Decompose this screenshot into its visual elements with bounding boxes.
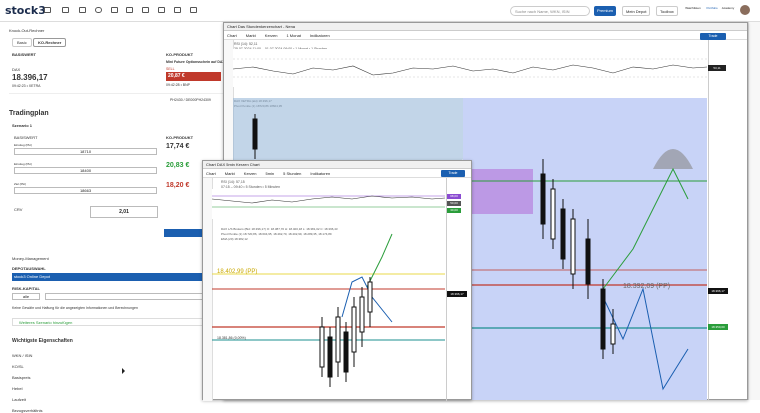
calculator-icon[interactable]	[111, 7, 118, 13]
tool2-indicators[interactable]: Indikatoren	[310, 171, 330, 176]
ko-product-label-2: KO-PRODUKT	[166, 135, 194, 140]
tool-chart[interactable]: Chart	[227, 33, 237, 38]
ko-sell-label: SELL	[166, 67, 175, 71]
settings-icon[interactable]	[190, 7, 197, 13]
tool2-range[interactable]: 5 Stunden	[283, 171, 301, 176]
rsi-panel	[233, 49, 707, 87]
depot-label: DEPOTAUSWAHL	[12, 266, 46, 271]
current-price-badge-2: 18.396,17	[447, 291, 467, 297]
tool2-market[interactable]: Markt	[225, 171, 235, 176]
user-avatar[interactable]	[740, 5, 750, 15]
candles-2	[319, 277, 373, 387]
stop-price-value: 20,83 €	[166, 162, 190, 169]
grid-icon[interactable]	[142, 7, 149, 13]
prop-ratio: Bezugsverhältnis	[12, 408, 43, 413]
search-input[interactable]: Suche nach Name, WKN, ISIN	[510, 6, 590, 16]
target-input[interactable]: 18663	[14, 187, 157, 194]
trade-button-2[interactable]: Trade	[441, 170, 465, 177]
tool2-chart[interactable]: Chart	[206, 171, 216, 176]
ko-wkn: PH2430 / DE000PH24309	[170, 98, 211, 102]
target-price-value: 18,20 €	[166, 182, 190, 189]
disclaimer: Keine Gewähr und Haftung für die angezei…	[12, 306, 138, 310]
money-management-label: Money-Management	[12, 256, 49, 261]
prop-leverage: Hebel	[12, 386, 23, 391]
crv-label: CRV	[14, 207, 23, 212]
rsi-badge-30: 30,00	[447, 208, 461, 213]
tool-range[interactable]: 1 Monat	[286, 33, 300, 38]
prop-ko: KO/SL	[12, 364, 24, 369]
monitor-icon[interactable]	[62, 7, 69, 13]
5min-chart-title: Chart DAX 5min Kerzen Chart	[203, 161, 471, 169]
mouse-cursor-icon	[122, 368, 125, 374]
hour-chart-title: Chart Das Stundenkerzenchart - Nena	[224, 23, 747, 31]
briefcase-icon[interactable]	[126, 7, 133, 13]
prop-wkn: WKN / ISIN	[12, 353, 33, 358]
price-axis	[708, 40, 748, 400]
add-scenario-button[interactable]: Weiteres Szenario hinzufügen	[12, 318, 204, 326]
top-bar: stock3 Suche nach Name, WKN, ISIN Premiu…	[0, 0, 760, 22]
pp-label: 18.392,09 (PP)	[623, 283, 670, 290]
premium-button[interactable]: Premium	[594, 6, 617, 16]
tab-basic[interactable]: Basic	[12, 38, 32, 47]
my-depot-button[interactable]: Mein Depot	[622, 6, 651, 16]
rsi-badge-68: 68,00	[447, 194, 461, 199]
crv-value: 2,01	[90, 206, 158, 218]
purple-zone	[463, 169, 533, 214]
ko-product-name[interactable]: Mini Future Optionsschein auf DAX	[166, 60, 225, 64]
layout-icon[interactable]	[44, 7, 51, 13]
field-entry-label: Einstieg (Pkt)	[14, 143, 32, 147]
tool-market[interactable]: Markt	[246, 33, 256, 38]
risk-label: RISK-KAPITAL	[12, 286, 40, 291]
stock3-logo[interactable]: stock3	[5, 4, 46, 17]
tradingplan-heading: Tradingplan	[9, 110, 49, 117]
underlying-time: 09:42:23 • XETRA	[12, 84, 41, 88]
tool2-5min[interactable]: 5min	[265, 171, 274, 176]
risk-input[interactable]	[45, 293, 205, 300]
tool-candles[interactable]: Kerzen	[265, 33, 278, 38]
underlying-name[interactable]: DAX	[12, 67, 20, 72]
field-target-label: Ziel (Pkt)	[14, 182, 26, 186]
watchlists-link[interactable]: Watchlisten	[682, 6, 704, 10]
academy-link[interactable]: Academy	[720, 6, 736, 10]
rsi-value-badge: 53,11	[708, 65, 726, 71]
list-icon[interactable]	[79, 7, 86, 13]
tab-ko-calculator[interactable]: KO-Rechner	[33, 38, 67, 47]
document-icon[interactable]	[158, 7, 165, 13]
5min-chart-canvas[interactable]: 18.402,99 (PP) 18.381,86 (0,00%)	[212, 177, 445, 400]
rsi-badge-50: 50,00	[447, 201, 461, 206]
underlying-label-2: BASISWERT	[14, 135, 38, 140]
underlying-label: BASISWERT	[12, 52, 36, 57]
prop-strike: Basispreis	[12, 375, 31, 380]
stop-input[interactable]: 18400	[14, 167, 157, 174]
tool-indicators[interactable]: Indikatoren	[310, 33, 330, 38]
tool2-candles[interactable]: Kerzen	[244, 171, 257, 176]
ko-time: 09:42:28 • BNP	[166, 83, 190, 87]
target-price-badge: 18.350,00	[708, 324, 728, 330]
bell-icon[interactable]	[95, 7, 102, 13]
breadcrumb: Knock-Out-Rechner	[9, 28, 45, 33]
properties-heading: Wichtigste Eigenschaften	[12, 338, 73, 344]
chart-background	[463, 98, 707, 400]
green-arrow-2	[366, 233, 393, 288]
divider	[9, 93, 223, 94]
right-sidebar	[748, 22, 760, 400]
scenario-label: Szenario 1	[12, 123, 33, 128]
upload-icon[interactable]	[174, 7, 181, 13]
risk-select[interactable]: alle	[12, 293, 40, 300]
low-label: 18.381,86 (0,00%)	[217, 336, 246, 340]
entry-input[interactable]: 18710	[14, 148, 157, 155]
current-price-badge: 18.396,17	[708, 288, 728, 294]
ko-price-badge: 20,87 €	[166, 72, 221, 81]
pp-label-2: 18.402,99 (PP)	[217, 269, 257, 275]
underlying-price: 18.396,17	[12, 73, 48, 82]
toolbox-button[interactable]: Toolbox	[656, 6, 678, 16]
field-stop-label: Einstieg (Pkt)	[14, 162, 32, 166]
ko-calculator-panel: Knock-Out-Rechner Basic KO-Rechner BASIS…	[0, 22, 228, 413]
entry-price-value: 17,74 €	[166, 143, 190, 150]
ko-product-label: KO-PRODUKT	[166, 52, 194, 57]
depot-select[interactable]: stock3 Online Depot	[12, 273, 204, 281]
portfolio-link[interactable]: Portfolio	[703, 6, 721, 10]
blue-arrow-2	[341, 276, 393, 323]
